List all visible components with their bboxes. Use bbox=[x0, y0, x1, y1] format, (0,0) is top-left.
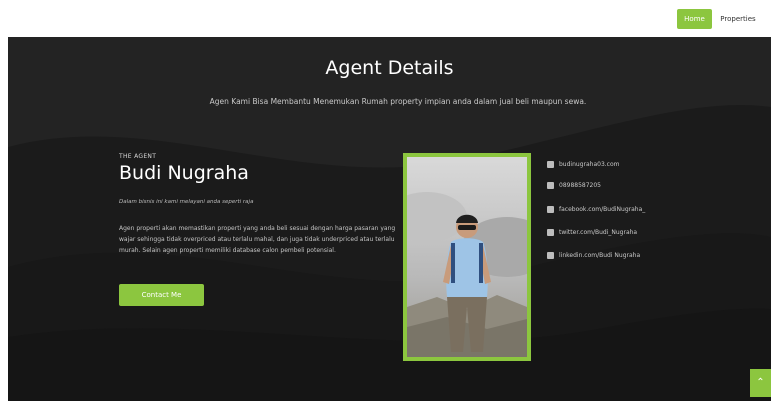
envelope-icon bbox=[547, 161, 554, 168]
agent-photo bbox=[407, 157, 527, 357]
linkedin-icon bbox=[547, 252, 554, 259]
nav-home-button[interactable]: Home bbox=[677, 9, 712, 29]
agent-photo-frame bbox=[403, 153, 531, 361]
contact-email[interactable]: budinugraha03.com bbox=[547, 160, 727, 170]
agent-details-section: Agent Details Agen Kami Bisa Membantu Me… bbox=[8, 37, 771, 401]
background-waves bbox=[8, 37, 771, 401]
contact-me-button[interactable]: Contact Me bbox=[119, 284, 204, 306]
contact-phone[interactable]: 08988587205 bbox=[547, 181, 727, 191]
contact-twitter[interactable]: twitter.com/Budi_Nugraha bbox=[547, 228, 727, 238]
top-navbar: Home Properties bbox=[0, 0, 771, 37]
agent-description: Agen properti akan memastikan properti y… bbox=[119, 225, 396, 254]
agent-name: Budi Nugraha bbox=[119, 162, 249, 184]
contact-facebook[interactable]: facebook.com/BudiNugraha_ bbox=[547, 205, 727, 215]
scroll-to-top-button[interactable]: ⌃ bbox=[750, 369, 771, 397]
page-subtitle: Agen Kami Bisa Membantu Menemukan Rumah … bbox=[209, 97, 587, 106]
chevron-up-icon: ⌃ bbox=[756, 377, 765, 388]
nav-properties-link[interactable]: Properties bbox=[718, 9, 758, 29]
facebook-icon bbox=[547, 206, 554, 213]
contact-linkedin[interactable]: linkedin.com/Budi Nugraha bbox=[547, 251, 727, 261]
agent-kicker: THE AGENT bbox=[119, 153, 157, 160]
twitter-icon bbox=[547, 229, 554, 236]
page-title: Agent Details bbox=[325, 57, 454, 79]
agent-tagline: Dalam bisnis ini kami melayani anda sepe… bbox=[119, 199, 254, 205]
phone-icon bbox=[547, 182, 554, 189]
